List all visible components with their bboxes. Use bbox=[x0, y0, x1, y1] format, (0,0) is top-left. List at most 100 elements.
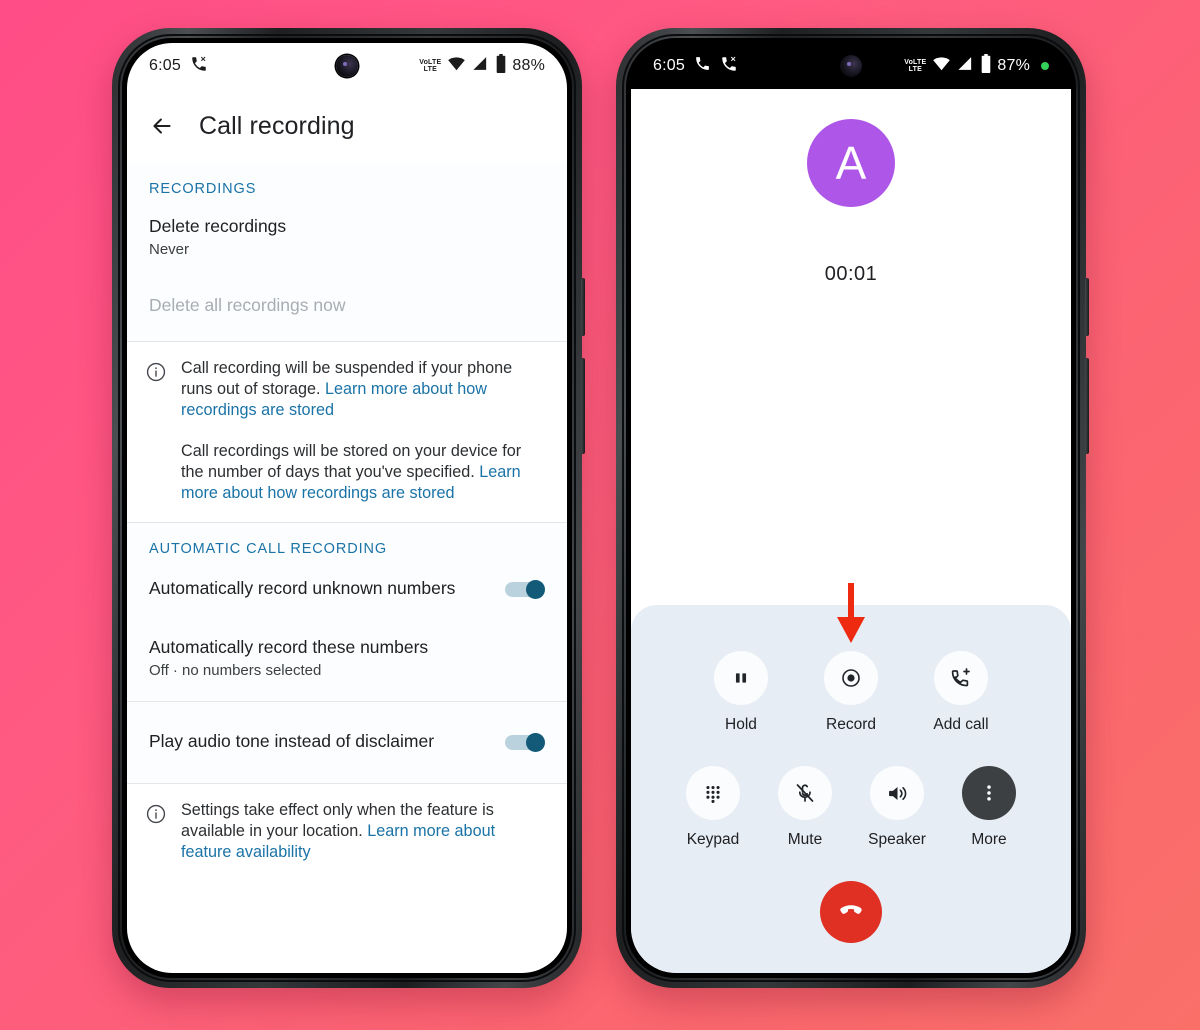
row-text: Automatically record unknown numbers bbox=[149, 577, 505, 600]
info-paragraph: Call recordings will be stored on your d… bbox=[181, 441, 545, 504]
section-header-automatic-call-recording: AUTOMATIC CALL RECORDING bbox=[149, 541, 388, 557]
phone-bezel-left: 6:05 VoLTE LTE 88% Call recording RECORD… bbox=[122, 38, 572, 978]
row-text: Delete recordings Never bbox=[149, 215, 545, 258]
end-call-button[interactable] bbox=[820, 881, 882, 943]
phone-bezel-right: 6:05 VoLTE LTE 87% A 00:01 Hold Record A… bbox=[626, 38, 1076, 978]
battery-icon bbox=[495, 54, 507, 78]
info-block-storage: Call recording will be suspended if your… bbox=[127, 342, 567, 522]
dialpad-icon[interactable] bbox=[686, 766, 740, 820]
control-label: Mute bbox=[787, 831, 823, 848]
setting-row-delete-all-recordings-now[interactable]: Delete all recordings now bbox=[127, 272, 567, 341]
info-text-group: Settings take effect only when the featu… bbox=[181, 800, 545, 863]
row-title: Delete all recordings now bbox=[149, 295, 346, 315]
section-audio-tone: Play audio tone instead of disclaimer bbox=[127, 702, 567, 783]
battery-icon bbox=[980, 54, 992, 78]
front-camera-icon bbox=[336, 55, 358, 77]
cell-signal-icon bbox=[957, 55, 974, 77]
phone-device-left: 6:05 VoLTE LTE 88% Call recording RECORD… bbox=[112, 28, 585, 988]
call-control-speaker[interactable]: Speaker bbox=[851, 766, 943, 849]
power-button-right[interactable] bbox=[1085, 278, 1089, 336]
end-call-icon bbox=[836, 895, 866, 930]
app-bar: Call recording bbox=[127, 89, 567, 163]
battery-percent: 88% bbox=[512, 57, 545, 74]
info-block-availability: Settings take effect only when the featu… bbox=[127, 784, 567, 881]
status-bar-right-group: VoLTE LTE 88% bbox=[419, 54, 545, 78]
volume-button-right[interactable] bbox=[1085, 358, 1089, 454]
info-icon bbox=[145, 803, 167, 825]
screen-right: 6:05 VoLTE LTE 87% A 00:01 Hold Record A… bbox=[631, 43, 1071, 973]
section-header-recordings: RECORDINGS bbox=[149, 181, 257, 197]
call-control-mute[interactable]: Mute bbox=[759, 766, 851, 849]
call-controls-row-2: Keypad Mute Speaker More bbox=[631, 766, 1071, 849]
row-title: Play audio tone instead of disclaimer bbox=[149, 731, 435, 751]
phone-call-icon bbox=[694, 55, 711, 77]
in-call-screen: A 00:01 Hold Record Add call Keypad Mute… bbox=[631, 89, 1071, 973]
volte-icon: VoLTE LTE bbox=[419, 58, 442, 74]
row-title: Automatically record unknown numbers bbox=[149, 578, 456, 598]
control-label: Record bbox=[826, 716, 876, 733]
info-text: Call recordings will be stored on your d… bbox=[181, 442, 522, 481]
mic-off-icon[interactable] bbox=[778, 766, 832, 820]
volte-icon: VoLTE LTE bbox=[904, 58, 927, 74]
row-subtitle: Off · no numbers selected bbox=[149, 662, 322, 679]
call-control-record[interactable]: Record bbox=[796, 651, 906, 734]
info-paragraph: Settings take effect only when the featu… bbox=[181, 800, 545, 863]
volume-button-left[interactable] bbox=[581, 358, 585, 454]
add-call-icon[interactable] bbox=[934, 651, 988, 705]
settings-page: Call recording RECORDINGS Delete recordi… bbox=[127, 89, 567, 973]
call-control-hold[interactable]: Hold bbox=[686, 651, 796, 734]
red-down-arrow-icon bbox=[831, 583, 871, 645]
row-title: Automatically record these numbers bbox=[149, 637, 429, 657]
row-text: Automatically record these numbers Off ·… bbox=[149, 636, 545, 679]
control-label: Keypad bbox=[686, 831, 740, 848]
status-bar-left-group: 6:05 bbox=[653, 55, 738, 78]
missed-call-forward-icon bbox=[720, 55, 738, 78]
row-text: Delete all recordings now bbox=[149, 294, 545, 317]
toggle-play-audio-tone[interactable] bbox=[505, 732, 545, 752]
end-call-wrapper bbox=[631, 881, 1071, 943]
green-status-dot-icon bbox=[1041, 62, 1049, 70]
pause-icon[interactable] bbox=[714, 651, 768, 705]
toggle-knob bbox=[526, 732, 545, 752]
avatar: A bbox=[807, 119, 895, 207]
battery-percent: 87% bbox=[997, 57, 1030, 74]
call-controls-row-1: Hold Record Add call bbox=[631, 651, 1071, 734]
row-subtitle: Never bbox=[149, 241, 190, 258]
back-arrow-icon[interactable] bbox=[149, 113, 175, 139]
row-text: Play audio tone instead of disclaimer bbox=[149, 730, 505, 753]
front-camera-icon bbox=[840, 55, 862, 77]
phone-device-right: 6:05 VoLTE LTE 87% A 00:01 Hold Record A… bbox=[616, 28, 1089, 988]
wifi-icon bbox=[447, 54, 466, 78]
screen-left: 6:05 VoLTE LTE 88% Call recording RECORD… bbox=[127, 43, 567, 973]
missed-call-forward-icon bbox=[190, 55, 208, 78]
call-control-more[interactable]: More bbox=[943, 766, 1035, 849]
record-icon[interactable] bbox=[824, 651, 878, 705]
setting-row-play-audio-tone[interactable]: Play audio tone instead of disclaimer bbox=[127, 702, 567, 783]
status-time: 6:05 bbox=[653, 57, 685, 74]
section-automatic-call-recording: AUTOMATIC CALL RECORDING Automatically r… bbox=[127, 523, 567, 701]
more-vertical-icon[interactable] bbox=[962, 766, 1016, 820]
status-time: 6:05 bbox=[149, 57, 181, 74]
toggle-knob bbox=[526, 579, 545, 599]
control-label: More bbox=[971, 831, 1007, 848]
info-icon bbox=[145, 361, 167, 383]
speaker-icon[interactable] bbox=[870, 766, 924, 820]
setting-row-auto-record-unknown[interactable]: Automatically record unknown numbers bbox=[127, 563, 567, 614]
section-recordings: RECORDINGS Delete recordings Never Delet… bbox=[127, 163, 567, 341]
power-button-left[interactable] bbox=[581, 278, 585, 336]
row-title: Delete recordings bbox=[149, 216, 287, 236]
status-bar-left-group: 6:05 bbox=[149, 55, 208, 78]
wifi-icon bbox=[932, 54, 951, 78]
control-label: Hold bbox=[725, 716, 757, 733]
control-label: Add call bbox=[933, 716, 989, 733]
setting-row-delete-recordings[interactable]: Delete recordings Never bbox=[127, 203, 567, 272]
info-paragraph: Call recording will be suspended if your… bbox=[181, 358, 545, 421]
cell-signal-icon bbox=[472, 55, 489, 77]
toggle-auto-record-unknown[interactable] bbox=[505, 579, 545, 599]
page-title: Call recording bbox=[199, 111, 355, 140]
setting-row-auto-record-these-numbers[interactable]: Automatically record these numbers Off ·… bbox=[127, 614, 567, 701]
call-control-add-call[interactable]: Add call bbox=[906, 651, 1016, 734]
call-controls-panel: Hold Record Add call Keypad Mute Speaker… bbox=[631, 605, 1071, 973]
call-control-keypad[interactable]: Keypad bbox=[667, 766, 759, 849]
control-label: Speaker bbox=[868, 831, 926, 848]
